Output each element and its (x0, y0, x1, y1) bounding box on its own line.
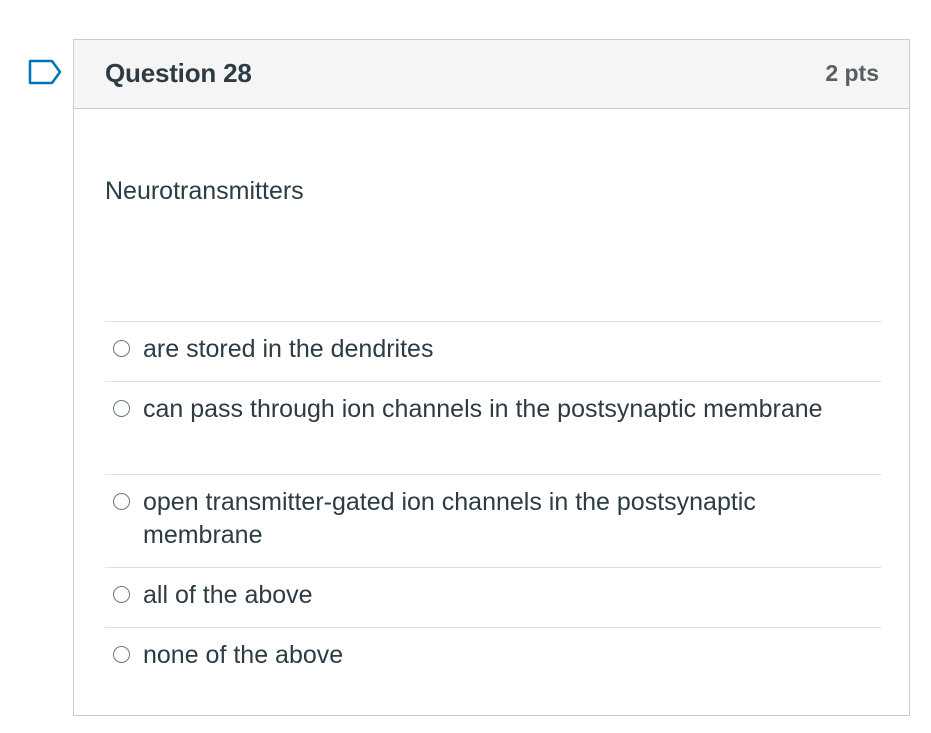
answer-option[interactable]: are stored in the dendrites (105, 321, 881, 381)
answer-label[interactable]: none of the above (143, 639, 863, 672)
answer-label[interactable]: can pass through ion channels in the pos… (143, 393, 863, 426)
radio-button[interactable] (113, 400, 130, 417)
answer-label[interactable]: open transmitter-gated ion channels in t… (143, 486, 863, 552)
question-header: Question 28 2 pts (74, 40, 909, 109)
question-text: Neurotransmitters (105, 177, 304, 205)
question-card: Question 28 2 pts Neurotransmitters are … (73, 39, 910, 716)
answer-option[interactable]: open transmitter-gated ion channels in t… (105, 474, 881, 567)
radio-button[interactable] (113, 646, 130, 663)
question-points: 2 pts (825, 60, 879, 86)
radio-button[interactable] (113, 586, 130, 603)
answer-label[interactable]: are stored in the dendrites (143, 333, 863, 366)
question-title: Question 28 (105, 58, 252, 88)
answer-option[interactable]: can pass through ion channels in the pos… (105, 381, 881, 474)
flag-question-icon[interactable] (28, 59, 62, 85)
radio-button[interactable] (113, 493, 130, 510)
answer-option[interactable]: all of the above (105, 567, 881, 627)
radio-button[interactable] (113, 340, 130, 357)
answer-list: are stored in the dendrites can pass thr… (105, 321, 881, 687)
answer-label[interactable]: all of the above (143, 579, 863, 612)
answer-option[interactable]: none of the above (105, 627, 881, 687)
